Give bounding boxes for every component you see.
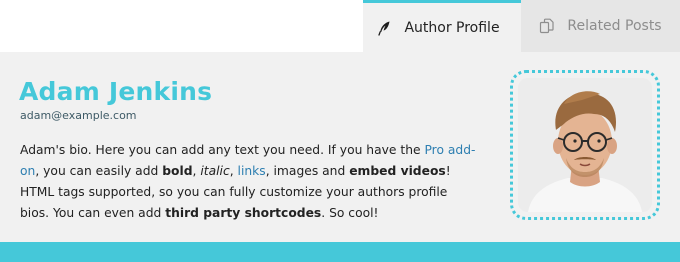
tab-author-profile[interactable]: Author Profile xyxy=(363,0,521,52)
tab-bar: Author Profile Related Posts xyxy=(0,0,680,52)
bio-text: , you can easily add xyxy=(35,164,163,178)
bio-italic-text: italic xyxy=(200,164,230,178)
tab-author-profile-label: Author Profile xyxy=(404,19,500,36)
author-name[interactable]: Adam Jenkins xyxy=(19,77,212,106)
documents-icon xyxy=(539,18,555,34)
author-email[interactable]: adam@example.com xyxy=(20,109,137,122)
bottom-accent-bar xyxy=(0,242,680,262)
author-avatar[interactable] xyxy=(518,78,652,212)
author-bio: Adam's bio. Here you can add any text yo… xyxy=(20,140,480,224)
quill-feather-icon xyxy=(376,20,392,36)
bio-bold-text: third party shortcodes xyxy=(165,206,322,220)
bio-text: , xyxy=(229,164,238,178)
avatar-frame xyxy=(510,70,660,220)
tab-related-posts-label: Related Posts xyxy=(567,18,662,34)
tab-related-posts[interactable]: Related Posts xyxy=(521,0,680,52)
bio-bold-text: embed videos xyxy=(349,164,446,178)
author-box: Adam Jenkins adam@example.com Adam's bio… xyxy=(0,52,680,242)
links-link[interactable]: links xyxy=(238,164,266,178)
bio-text: Adam's bio. Here you can add any text yo… xyxy=(20,143,425,157)
bio-bold-text: bold xyxy=(162,164,193,178)
bio-text: . So cool! xyxy=(321,206,379,220)
bio-text: , images and xyxy=(265,164,350,178)
